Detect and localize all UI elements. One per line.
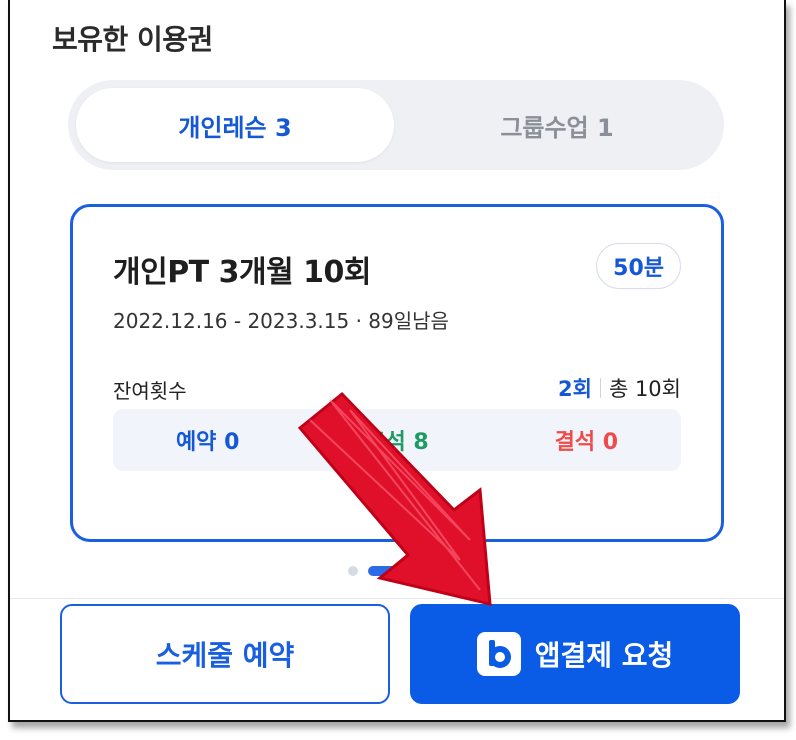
ticket-title: 개인PT 3개월 10회 — [113, 255, 371, 290]
bottom-divider — [10, 598, 784, 599]
app-payment-request-button[interactable]: 앱결제 요청 — [410, 604, 740, 704]
pagination-dot-active[interactable] — [368, 566, 402, 576]
schedule-reservation-button[interactable]: 스케줄 예약 — [60, 604, 390, 704]
tab-group-class[interactable]: 그룹수업 1 — [398, 88, 716, 162]
stat-absence: 결석 0 — [554, 430, 619, 455]
stat-reservation: 예약 0 — [175, 430, 240, 455]
remaining-count-value: 2회 — [558, 377, 592, 401]
ticket-panel: 보유한 이용권 개인레슨 3 그룹수업 1 개인PT 3개월 10회 50분 2… — [8, 0, 786, 722]
detail-link[interactable]: 다 — [73, 491, 721, 520]
ticket-type-tabs: 개인레슨 3 그룹수업 1 — [68, 80, 724, 170]
schedule-reservation-label: 스케줄 예약 — [155, 639, 295, 672]
section-title: 보유한 이용권 — [52, 23, 213, 56]
duration-badge: 50분 — [596, 243, 681, 289]
remaining-count-divider — [599, 378, 601, 398]
ticket-card[interactable]: 개인PT 3개월 10회 50분 2022.12.16 - 2023.3.15 … — [70, 204, 724, 542]
app-payment-request-label: 앱결제 요청 — [534, 639, 674, 672]
tab-personal-lesson[interactable]: 개인레슨 3 — [76, 88, 394, 162]
remaining-count: 2회 총 10회 — [558, 373, 681, 403]
carousel-pagination — [348, 566, 402, 576]
pagination-dot[interactable] — [348, 566, 358, 576]
stat-attendance: 출석 8 — [365, 430, 429, 455]
ticket-period: 2022.12.16 - 2023.3.15 · 89일남음 — [113, 309, 449, 333]
attendance-stats: 예약 0 출석 8 결석 0 — [113, 409, 681, 471]
remaining-count-label: 잔여횟수 — [113, 379, 187, 403]
total-count-value: 총 10회 — [608, 377, 681, 401]
b-logo-icon — [476, 632, 521, 676]
